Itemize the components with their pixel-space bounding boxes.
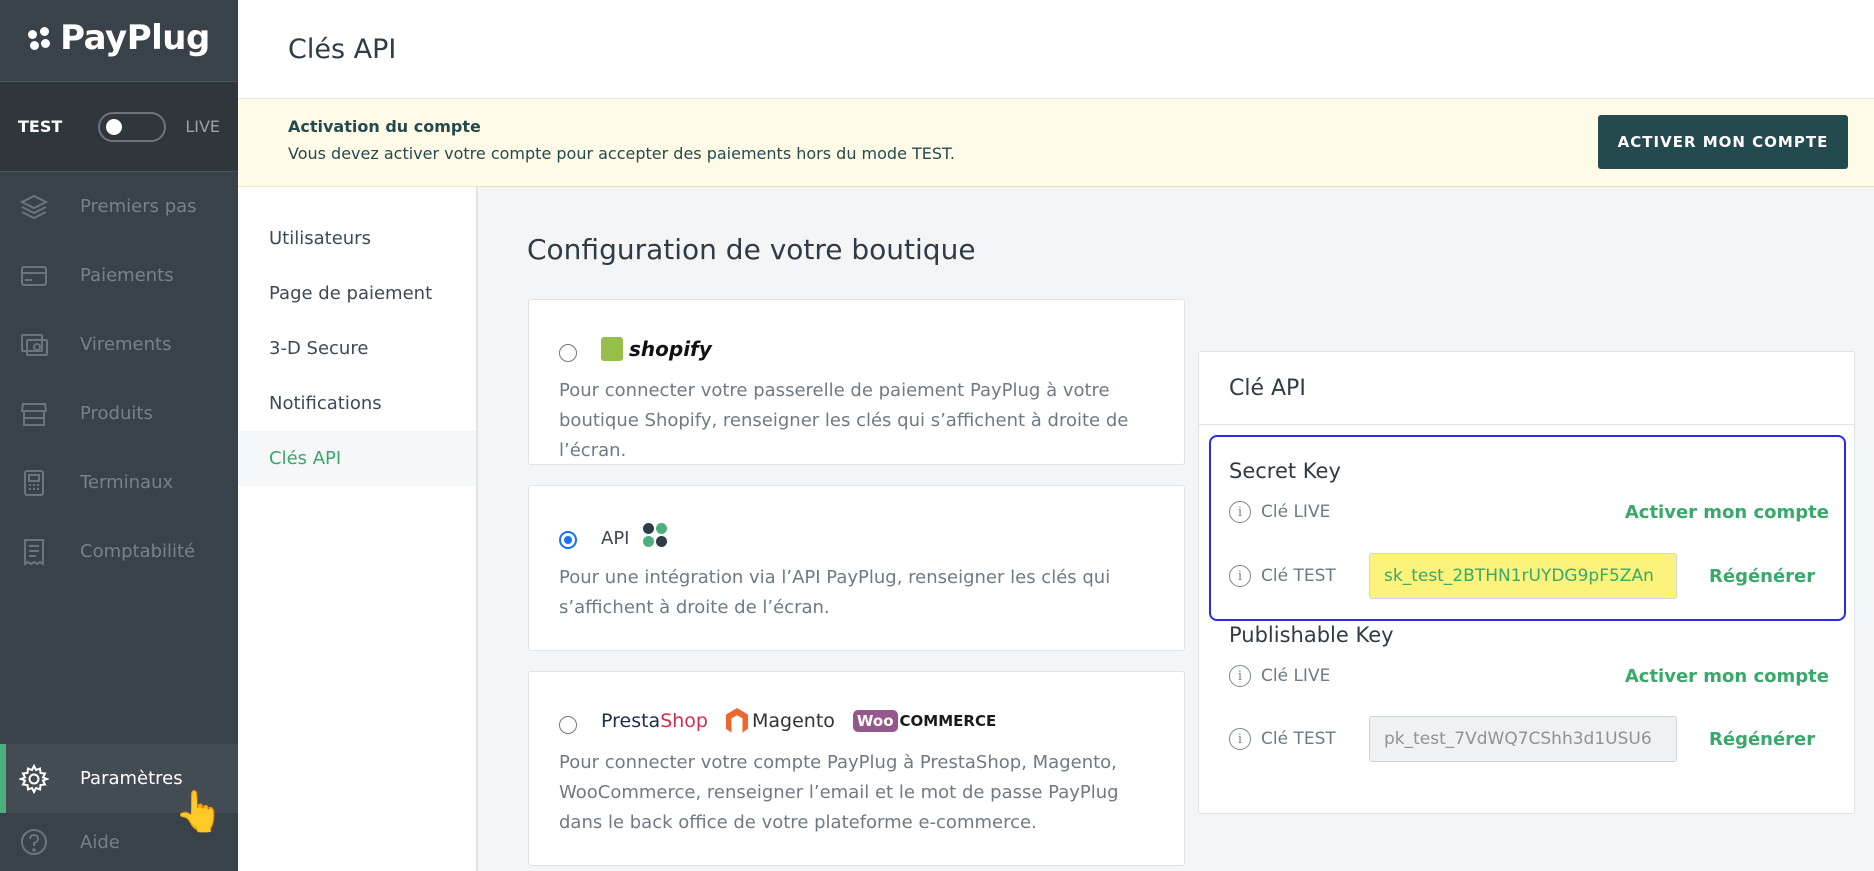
info-icon[interactable]: i (1229, 665, 1251, 687)
mode-switch: TEST LIVE (0, 82, 238, 172)
store-icon (18, 398, 50, 430)
toggle-knob (106, 118, 123, 135)
woocommerce-logo: Woo COMMERCE (852, 710, 997, 732)
info-icon[interactable]: i (1229, 501, 1251, 523)
secret-test-row: i Clé TEST sk_test_2BTHN1rUYDG9pF5ZAn Ré… (1229, 553, 1829, 599)
publishable-key-section: Publishable Key i Clé LIVE Activer mon c… (1229, 623, 1829, 762)
sidebar-item-label: Produits (80, 403, 153, 424)
ecommerce-radio[interactable] (559, 716, 577, 734)
settings-subnav: Utilisateurs Page de paiement 3-D Secure… (238, 187, 478, 871)
api-label: API (601, 528, 630, 549)
prestashop-logo-part: Shop (660, 710, 708, 732)
publishable-key-title: Publishable Key (1229, 623, 1394, 647)
banner-body: Vous devez activer votre compte pour acc… (288, 144, 956, 163)
regenerate-publishable-link[interactable]: Régénérer (1709, 729, 1815, 750)
transfer-icon (18, 329, 50, 361)
sidebar-item-label: Paramètres (80, 768, 183, 789)
option-description: Pour une intégration via l’API PayPlug, … (559, 567, 1111, 618)
publishable-live-row: i Clé LIVE Activer mon compte (1229, 653, 1829, 699)
brand-name: PayPlug (60, 17, 210, 58)
layers-icon (18, 191, 50, 223)
sidebar-item-label: Terminaux (80, 472, 174, 493)
magento-logo-text: Magento (752, 710, 835, 732)
subnav-item-3d-secure[interactable]: 3-D Secure (238, 321, 476, 376)
sidebar: PayPlug TEST LIVE Premiers pas Paiements… (0, 0, 238, 871)
prestashop-logo: PrestaShop (601, 710, 708, 732)
help-icon (18, 826, 50, 858)
activate-account-link[interactable]: Activer mon compte (1625, 666, 1829, 687)
subnav-item-page-de-paiement[interactable]: Page de paiement (238, 266, 476, 321)
secret-live-row: i Clé LIVE Activer mon compte (1229, 489, 1829, 535)
api-key-panel: Clé API Secret Key i Clé LIVE Activer mo… (1198, 351, 1855, 814)
panel-title: Clé API (1199, 352, 1854, 425)
live-key-label: Clé LIVE (1261, 666, 1331, 686)
api-radio[interactable] (559, 530, 577, 549)
activate-account-button[interactable]: ACTIVER MON COMPTE (1598, 115, 1848, 169)
sidebar-item-virements[interactable]: Virements (0, 310, 238, 379)
sidebar-item-premiers-pas[interactable]: Premiers pas (0, 172, 238, 241)
page-header: Clés API (238, 0, 1874, 99)
page-title: Clés API (288, 33, 397, 65)
subnav-item-cles-api[interactable]: Clés API (238, 431, 476, 486)
platform-logos: PrestaShop Magento Woo COMMERCE (601, 708, 996, 734)
shopify-logo-text: shopify (629, 337, 712, 361)
live-mode-label: LIVE (185, 117, 220, 136)
option-description: Pour connecter votre compte PayPlug à Pr… (559, 752, 1119, 833)
api-dots-icon (643, 522, 669, 549)
receipt-icon (18, 536, 50, 568)
subnav-item-notifications[interactable]: Notifications (238, 376, 476, 431)
payplug-logo-icon (28, 26, 52, 51)
activate-account-link[interactable]: Activer mon compte (1625, 502, 1829, 523)
live-mode-toggle[interactable] (98, 111, 167, 142)
secret-key-section: Secret Key i Clé LIVE Activer mon compte… (1229, 459, 1829, 599)
sidebar-item-label: Aide (80, 831, 120, 853)
sidebar-item-label: Paiements (80, 265, 174, 286)
terminal-icon (18, 467, 50, 499)
test-key-label: Clé TEST (1261, 566, 1336, 586)
sidebar-item-label: Comptabilité (80, 541, 196, 562)
option-card-ecommerce[interactable]: PrestaShop Magento Woo COMMERCE Pour conn… (528, 671, 1185, 866)
shopify-radio[interactable] (559, 344, 577, 362)
sidebar-item-produits[interactable]: Produits (0, 379, 238, 448)
shopify-bag-icon (601, 337, 623, 361)
sidebar-item-comptabilite[interactable]: Comptabilité (0, 517, 238, 586)
sidebar-item-label: Premiers pas (80, 196, 197, 217)
sidebar-item-label: Virements (80, 334, 172, 355)
woocommerce-logo-part: COMMERCE (899, 712, 997, 730)
activation-banner: Activation du compte Vous devez activer … (238, 99, 1874, 187)
magento-logo: Magento (726, 708, 835, 734)
magento-icon (726, 708, 748, 733)
secret-test-key-field[interactable]: sk_test_2BTHN1rUYDG9pF5ZAn (1369, 553, 1677, 599)
pointer-hand-icon: 👆 (174, 789, 224, 835)
option-card-api[interactable]: API Pour une intégration via l’API PayPl… (528, 485, 1185, 651)
sidebar-item-terminaux[interactable]: Terminaux (0, 448, 238, 517)
live-key-label: Clé LIVE (1261, 502, 1331, 522)
payplug-logo[interactable]: PayPlug (0, 0, 238, 82)
section-title: Configuration de votre boutique (527, 233, 976, 266)
regenerate-secret-link[interactable]: Régénérer (1709, 566, 1815, 587)
sidebar-item-paiements[interactable]: Paiements (0, 241, 238, 310)
credit-card-icon (18, 260, 50, 292)
shopify-logo: shopify (601, 337, 712, 361)
woocommerce-logo-part: Woo (852, 710, 898, 732)
gear-icon (18, 763, 50, 795)
banner-title: Activation du compte (288, 117, 481, 136)
option-card-shopify[interactable]: shopify Pour connecter votre passerelle … (528, 299, 1185, 465)
info-icon[interactable]: i (1229, 565, 1251, 587)
option-description: Pour connecter votre passerelle de paiem… (559, 380, 1129, 461)
publishable-test-row: i Clé TEST pk_test_7VdWQ7CShh3d1USU6 Rég… (1229, 716, 1829, 762)
publishable-test-key-field[interactable]: pk_test_7VdWQ7CShh3d1USU6 (1369, 716, 1677, 762)
test-mode-label: TEST (18, 117, 63, 136)
subnav-item-utilisateurs[interactable]: Utilisateurs (238, 211, 476, 266)
secret-key-title: Secret Key (1229, 459, 1341, 483)
prestashop-logo-part: Presta (601, 710, 661, 732)
info-icon[interactable]: i (1229, 728, 1251, 750)
test-key-label: Clé TEST (1261, 729, 1336, 749)
